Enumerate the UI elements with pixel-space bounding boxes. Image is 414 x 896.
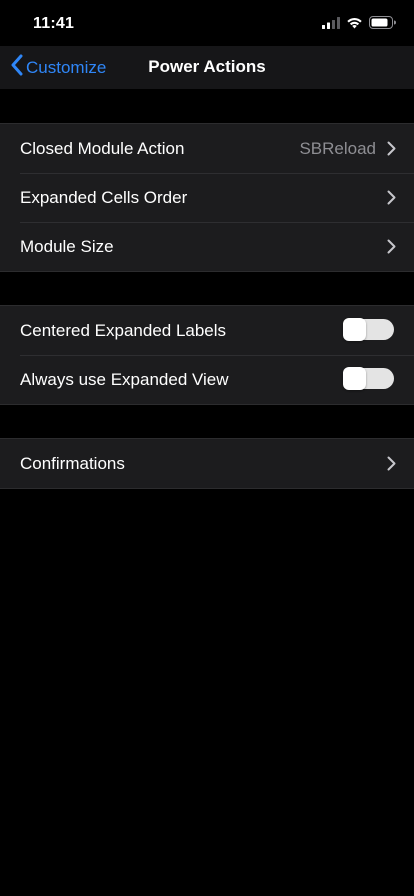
- toggle-settings-group: Centered Expanded Labels Always use Expa…: [0, 305, 414, 405]
- centered-expanded-labels-toggle[interactable]: [343, 318, 394, 341]
- centered-expanded-labels-row: Centered Expanded Labels: [0, 306, 414, 355]
- chevron-right-icon: [387, 141, 396, 161]
- status-bar: 11:41: [0, 0, 414, 46]
- chevron-right-icon: [387, 239, 396, 259]
- chevron-right-icon: [387, 456, 396, 476]
- row-label: Confirmations: [20, 453, 125, 473]
- general-settings-group: Closed Module Action SBReload Expanded C…: [0, 123, 414, 272]
- row-value: SBReload: [299, 138, 376, 158]
- page-title: Power Actions: [148, 57, 266, 76]
- row-label: Always use Expanded View: [20, 369, 229, 389]
- expanded-cells-order-row[interactable]: Expanded Cells Order: [0, 173, 414, 222]
- row-label: Centered Expanded Labels: [20, 320, 227, 340]
- row-label: Expanded Cells Order: [20, 187, 188, 207]
- navigation-bar: Customize Power Actions: [0, 46, 414, 89]
- status-icons: [322, 16, 396, 34]
- closed-module-action-row[interactable]: Closed Module Action SBReload: [0, 124, 414, 173]
- always-use-expanded-view-row: Always use Expanded View: [0, 355, 414, 404]
- other-settings-group: Confirmations: [0, 438, 414, 489]
- row-label: Closed Module Action: [20, 138, 185, 158]
- always-use-expanded-view-toggle[interactable]: [343, 367, 394, 390]
- toggle-knob: [343, 318, 366, 341]
- confirmations-row[interactable]: Confirmations: [0, 439, 414, 488]
- cellular-signal-icon: [322, 16, 340, 34]
- chevron-right-icon: [387, 190, 396, 210]
- battery-icon: [369, 16, 396, 34]
- status-time: 11:41: [33, 15, 75, 32]
- wifi-icon: [346, 16, 363, 34]
- row-label: Module Size: [20, 236, 114, 256]
- toggle-knob: [343, 367, 366, 390]
- module-size-row[interactable]: Module Size: [0, 222, 414, 271]
